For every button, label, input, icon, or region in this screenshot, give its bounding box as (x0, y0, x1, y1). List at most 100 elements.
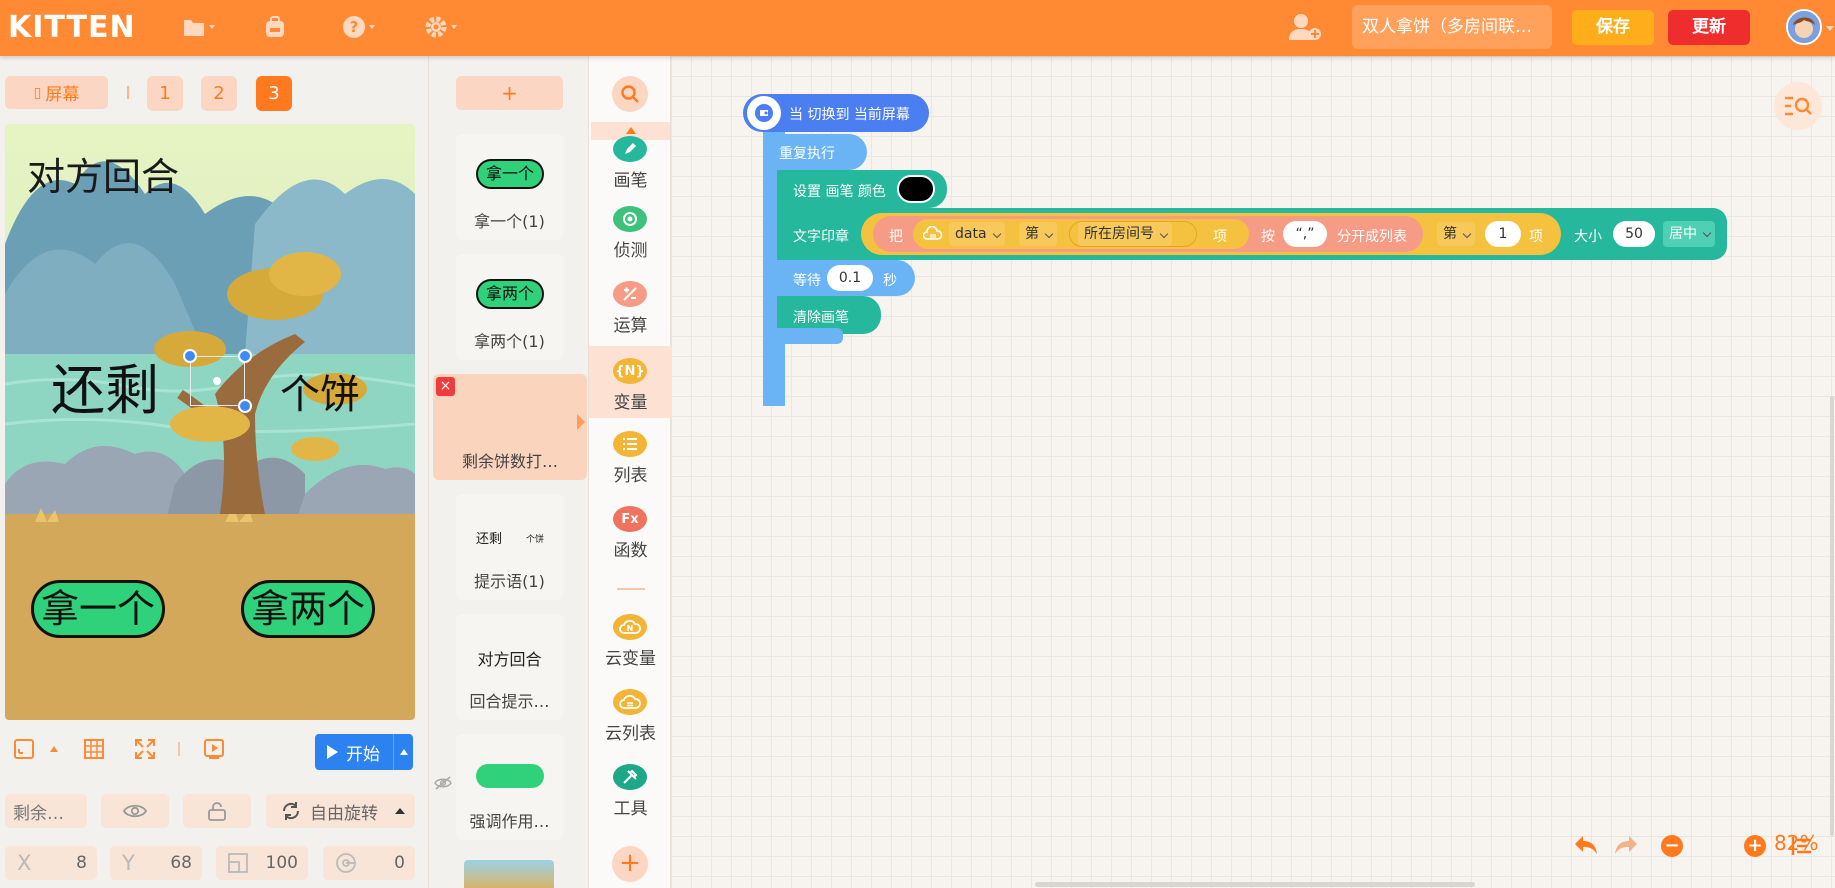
wait-seconds-input[interactable]: 0.1 (827, 265, 873, 291)
separator-input[interactable]: “,” (1283, 221, 1327, 247)
start-button[interactable]: 开始 (315, 734, 413, 770)
horizontal-scrollbar[interactable] (1035, 882, 1475, 887)
zoom-in-button[interactable]: + (1744, 835, 1766, 857)
category-label: 画笔 (613, 171, 648, 191)
category-pen[interactable]: 画笔 (589, 136, 672, 208)
pen-color-swatch[interactable] (897, 175, 935, 203)
chevron-down-icon[interactable] (1826, 26, 1834, 31)
category-label: 工具 (613, 799, 648, 819)
category-variable[interactable]: {N} 变量 (589, 346, 672, 418)
set-pen-color-block[interactable]: 设置 画笔 颜色 (777, 170, 947, 208)
list-variable-dropdown[interactable]: data (949, 222, 1005, 246)
stage-remaining-label[interactable]: 还剩 (51, 346, 159, 425)
category-cloud-variable[interactable]: N 云变量 (589, 614, 672, 686)
sprite-name-field[interactable]: 剩余… (5, 794, 87, 828)
list-index-label[interactable]: 第 (1019, 222, 1057, 246)
sprite-item-selected[interactable]: × 剩余饼数打… (433, 374, 587, 480)
stage-size-icon[interactable] (13, 738, 35, 760)
code-workspace[interactable]: 当 切换到 当前屏幕 重复执行 设置 画笔 颜色 文字印章 把 data 第 所… (671, 56, 1835, 888)
when-screen-switched-block[interactable]: 当 切换到 当前屏幕 (743, 94, 929, 132)
screen-tab-3[interactable]: 3 (256, 76, 292, 111)
chevron-right-icon[interactable] (577, 414, 585, 430)
index-dropdown[interactable]: 第 (1437, 222, 1475, 246)
stage-unit-label[interactable]: 个饼 (280, 362, 360, 420)
take-two-sprite[interactable]: 拿两个 (241, 580, 375, 638)
screen-tab-1[interactable]: 1 (147, 76, 183, 111)
sprite-item[interactable]: 拿两个 拿两个(1) (456, 254, 563, 360)
size-field[interactable]: 100 (216, 846, 308, 880)
repeat-forever-block[interactable]: 重复执行 (763, 134, 867, 170)
top-bar: KITTEN ? 双人拿饼（多房间联… 保存 更新 (0, 0, 1835, 56)
preview-icon[interactable] (203, 738, 225, 760)
x-field[interactable]: X 8 (5, 846, 97, 880)
screen-icon: ▯ (33, 84, 42, 101)
room-number-dropdown[interactable]: 所在房间号 (1078, 222, 1172, 246)
resize-handle[interactable] (183, 349, 197, 363)
vertical-scrollbar[interactable] (1830, 396, 1834, 836)
sprite-item[interactable]: 强调作用… (456, 734, 563, 840)
add-extension-button[interactable]: + (612, 846, 648, 882)
wait-block[interactable]: 等待 0.1 秒 (777, 260, 915, 296)
align-blocks-icon[interactable] (1791, 836, 1813, 856)
sprite-item[interactable]: 还剩 个饼 提示语(1) (456, 494, 563, 600)
chevron-up-icon[interactable] (50, 746, 58, 752)
add-sprite-button[interactable]: + (456, 76, 563, 110)
scale-handle[interactable] (238, 399, 252, 413)
undo-icon[interactable] (1573, 834, 1599, 856)
grid-icon[interactable] (83, 738, 105, 760)
sprite-item[interactable]: 拿一个 拿一个(1) (456, 134, 563, 240)
screen-tab-2[interactable]: 2 (201, 76, 237, 111)
sprite-label: 提示语(1) (474, 572, 545, 591)
rotation-mode-select[interactable]: 自由旋转 (266, 794, 415, 828)
update-button[interactable]: 更新 (1668, 10, 1750, 45)
fullscreen-icon[interactable] (134, 738, 156, 760)
category-cloud-list[interactable]: 云列表 (589, 689, 672, 761)
category-function[interactable]: Fx 函数 (589, 506, 672, 578)
divider (178, 742, 180, 756)
hidden-eye-icon[interactable] (434, 776, 452, 790)
file-menu[interactable] (182, 14, 215, 40)
selection-box[interactable] (190, 356, 245, 406)
settings-icon (425, 16, 447, 38)
avatar[interactable] (1786, 9, 1822, 45)
redo-icon[interactable] (1613, 834, 1639, 856)
lock-toggle[interactable] (183, 794, 251, 828)
divider (617, 588, 645, 590)
variable-reporter[interactable]: 所在房间号 (1069, 221, 1197, 247)
block-categories: 画笔 侦测 运算 {N} 变量 列表 Fx 函数 N 云变量 云列表 工具 + (588, 56, 672, 888)
center-handle[interactable] (213, 377, 221, 385)
screen-button[interactable]: ▯ 屏幕 (5, 76, 108, 109)
backpack-button[interactable] (264, 14, 286, 40)
index-input[interactable]: 1 (1485, 221, 1521, 247)
item-of-list-reporter[interactable]: data 第 所在房间号 项 (913, 219, 1249, 249)
save-button[interactable]: 保存 (1572, 10, 1654, 45)
list-item-reporter[interactable]: 把 data 第 所在房间号 项 按 “,” 分开成列表 第 1 项 (861, 213, 1561, 255)
sprite-thumbnail[interactable] (464, 860, 554, 888)
split-string-reporter[interactable]: 把 data 第 所在房间号 项 按 “,” 分开成列表 (873, 216, 1423, 252)
code-search-button[interactable] (1774, 82, 1822, 130)
category-list[interactable]: 列表 (589, 431, 672, 503)
stage-turn-text[interactable]: 对方回合 (27, 146, 179, 201)
text-stamp-block[interactable]: 文字印章 把 data 第 所在房间号 项 按 “,” 分开成列表 第 1 项 … (777, 208, 1727, 260)
rotate-handle[interactable] (238, 349, 252, 363)
project-name-input[interactable]: 双人拿饼（多房间联… (1352, 5, 1552, 49)
rotation-field[interactable]: 0 (323, 846, 415, 880)
visibility-toggle[interactable] (101, 794, 169, 828)
size-input[interactable]: 50 (1613, 221, 1655, 247)
sprite-item[interactable]: 对方回合 回合提示… (456, 614, 563, 720)
sprite-thumbnail-text: 个饼 (526, 535, 545, 545)
invite-collaborator-button[interactable] (1288, 12, 1322, 46)
align-dropdown[interactable]: 居中 (1663, 221, 1715, 247)
y-field[interactable]: Y 68 (110, 846, 202, 880)
category-operator[interactable]: 运算 (589, 281, 672, 353)
category-detect[interactable]: 侦测 (589, 206, 672, 278)
zoom-out-button[interactable]: − (1661, 835, 1683, 857)
take-one-sprite[interactable]: 拿一个 (31, 580, 165, 638)
stage-canvas[interactable]: 对方回合 还剩 个饼 拿一个 拿两个 (5, 124, 415, 720)
delete-sprite-icon[interactable]: × (436, 377, 455, 396)
category-tools[interactable]: 工具 (589, 764, 672, 836)
help-menu[interactable]: ? (342, 14, 375, 40)
block-search-button[interactable] (612, 76, 648, 112)
chevron-up-icon[interactable] (393, 734, 413, 770)
settings-menu[interactable] (424, 14, 457, 40)
